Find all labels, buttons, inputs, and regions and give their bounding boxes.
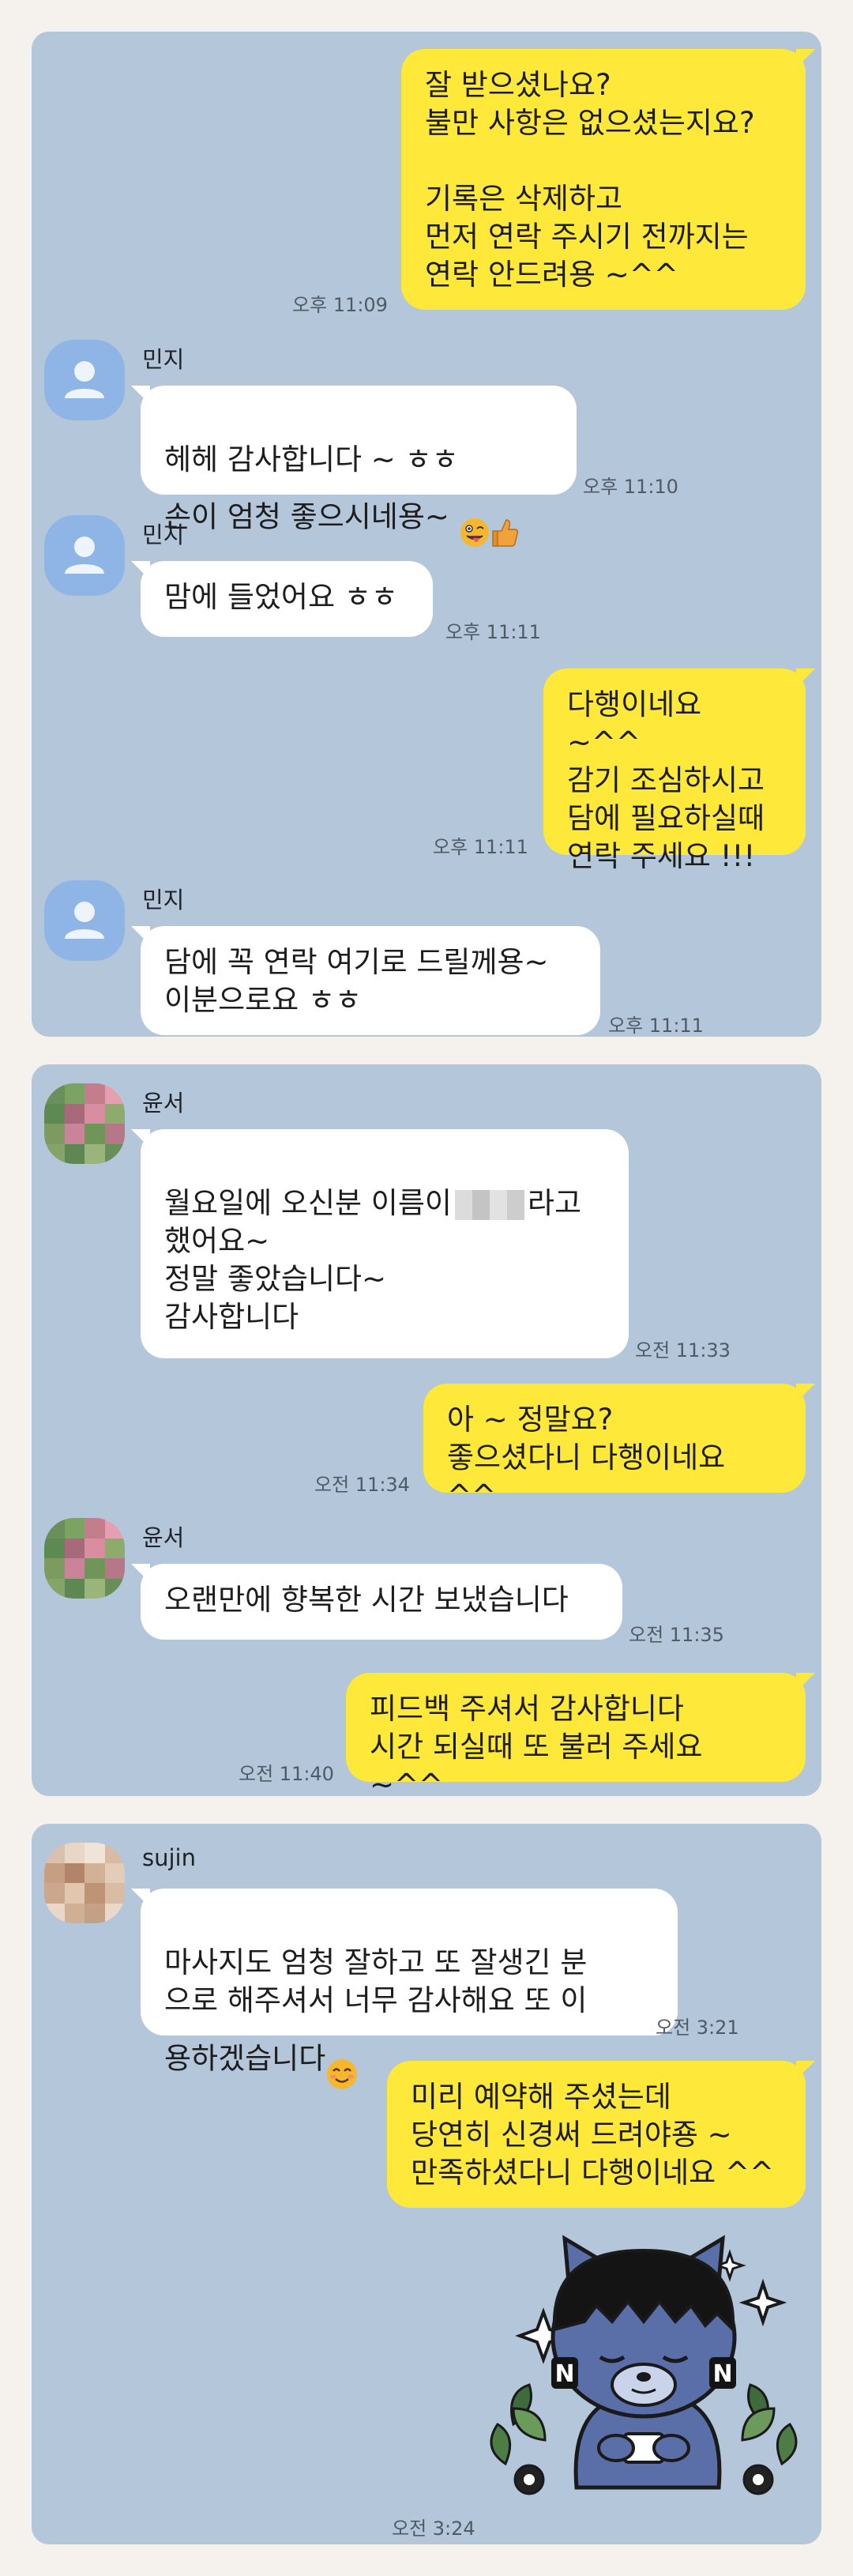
sleeping-cat-character-sticker-icon[interactable]: N N	[482, 2227, 814, 2503]
outgoing-message-bubble[interactable]: 미리 예약해 주셨는데 당연히 신경써 드려야죵 ~ 만족하셨다니 다행이네요 …	[387, 2061, 815, 2208]
svg-text:N: N	[712, 2360, 732, 2388]
message-timestamp: 오전 3:21	[656, 2017, 739, 2039]
sender-name: 민지	[142, 522, 185, 548]
person-silhouette-icon	[65, 537, 104, 574]
tongue-out-wink-emoji-icon	[459, 479, 490, 558]
message-timestamp: 오전 11:33	[635, 1339, 731, 1361]
default-avatar[interactable]	[44, 515, 125, 596]
sender-name: 윤서	[142, 1090, 185, 1117]
blurred-profile-avatar[interactable]	[44, 1518, 125, 1599]
incoming-message-bubble[interactable]: 오랜만에 향복한 시간 보냈습니다	[131, 1564, 622, 1640]
message-timestamp: 오전 3:24	[392, 2518, 475, 2540]
chat-screenshot-2: 윤서 월요일에 오신분 이름이 라고 했어요~ 정말 좋았습니다~ 감사합니다 오…	[32, 1064, 821, 1796]
sender-name: 윤서	[142, 1524, 185, 1551]
message-text: 월요일에 오신분 이름이	[164, 1186, 452, 1220]
person-silhouette-icon	[65, 361, 104, 398]
incoming-message-bubble[interactable]: 월요일에 오신분 이름이 라고 했어요~ 정말 좋았습니다~ 감사합니다	[131, 1129, 629, 1358]
incoming-message-bubble[interactable]: 마사지도 엄청 잘하고 또 잘생긴 분 으로 해주셔서 너무 감사해요 또 이 …	[131, 1889, 678, 2089]
message-timestamp: 오전 11:35	[629, 1624, 724, 1646]
chat-screenshot-1: 잘 받으셨나요? 불만 사항은 없으셨는지요? 기록은 삭제하고 먼저 연락 주…	[32, 32, 821, 1037]
message-timestamp: 오후 11:11	[433, 836, 528, 858]
default-avatar[interactable]	[44, 880, 125, 961]
sender-name: 민지	[142, 346, 185, 373]
message-timestamp: 오후 11:09	[292, 294, 388, 316]
svg-text:N: N	[554, 2360, 574, 2388]
message-timestamp: 오전 11:34	[314, 1474, 410, 1496]
message-timestamp: 오후 11:11	[608, 1015, 704, 1037]
outgoing-message-bubble[interactable]: 잘 받으셨나요? 불만 사항은 없으셨는지요? 기록은 삭제하고 먼저 연락 주…	[401, 49, 815, 310]
incoming-message-bubble[interactable]: 담에 꼭 연락 여기로 드릴께용~ 이분으로요 ㅎㅎ	[131, 926, 600, 1035]
message-text: 마사지도 엄청 잘하고 또 잘생긴 분 으로 해주셔서 너무 감사해요 또 이 …	[164, 1945, 588, 2076]
sender-name: 민지	[142, 887, 185, 913]
message-timestamp: 오전 11:40	[239, 1763, 334, 1785]
outgoing-message-bubble[interactable]: 다행이네요 ~^^ 감기 조심하시고 담에 필요하실때 연락 주세요 !!!	[543, 668, 815, 873]
thumbs-up-emoji-icon	[490, 479, 519, 558]
outgoing-message-bubble[interactable]: 아 ~ 정말요? 좋으셨다니 다행이네요 ^^	[423, 1384, 815, 1512]
smiling-face-emoji-icon	[325, 2020, 359, 2100]
outgoing-message-bubble[interactable]: 피드백 주셔서 감사합니다 시간 되실때 또 불러 주세요 ~^^	[346, 1673, 815, 1796]
redacted-name-mosaic	[454, 1189, 524, 1220]
blurred-profile-avatar[interactable]	[44, 1843, 125, 1923]
message-timestamp: 오후 11:10	[583, 476, 678, 498]
chat-screenshot-3: sujin 마사지도 엄청 잘하고 또 잘생긴 분 으로 해주셔서 너무 감사해…	[32, 1824, 821, 2544]
message-text: 헤헤 감사합니다 ~ ㅎㅎ 손이 엄청 좋으시네용~	[164, 443, 459, 534]
incoming-message-bubble[interactable]: 헤헤 감사합니다 ~ ㅎㅎ 손이 엄청 좋으시네용~	[131, 386, 577, 547]
message-timestamp: 오후 11:11	[445, 621, 541, 643]
person-silhouette-icon	[65, 902, 104, 939]
default-avatar[interactable]	[44, 340, 125, 420]
incoming-message-bubble[interactable]: 맘에 들었어요 ㅎㅎ	[131, 561, 433, 637]
sender-name: sujin	[142, 1844, 196, 1871]
blurred-profile-avatar[interactable]	[44, 1083, 125, 1164]
